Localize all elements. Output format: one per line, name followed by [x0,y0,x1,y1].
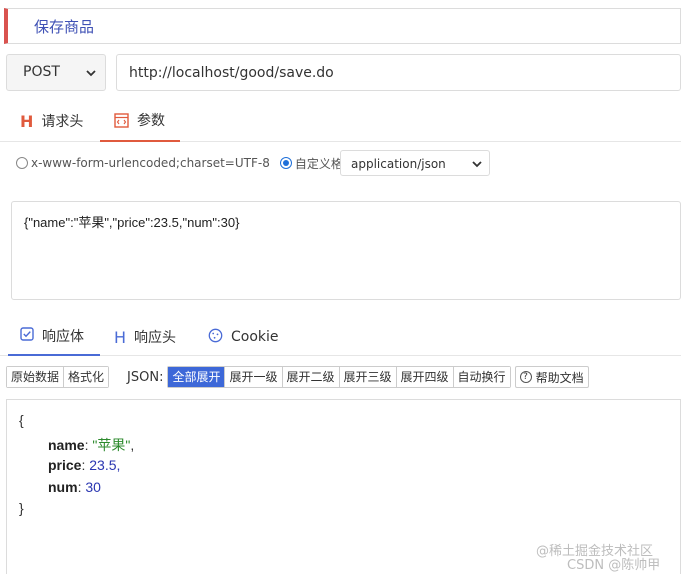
json-key: num [48,479,78,495]
code-file-icon [114,112,129,128]
expand-level-group: 全部展开 展开一级 展开二级 展开三级 展开四级 自动换行 [167,366,511,388]
body-format-options: x-www-form-urlencoded;charset=UTF-8 自定义格… [16,150,365,176]
json-comma: , [130,437,135,453]
response-tabs: 响应体 H 响应头 Cookie [0,318,681,356]
tab-label: 响应体 [42,329,84,345]
question-icon: ? [519,371,532,383]
expand-level-1-button[interactable]: 展开一级 [225,367,283,387]
tab-response-headers[interactable]: H 响应头 [114,318,176,356]
method-select[interactable]: POST [6,54,106,91]
json-field-row: num: 30 [48,479,101,495]
word-wrap-button[interactable]: 自动换行 [453,367,510,387]
json-key: price [48,457,82,473]
content-type-select[interactable]: application/json [340,150,490,176]
request-body-editor[interactable]: {"name":"苹果","price":23.5,"num":30} [11,201,681,300]
json-value: "苹果" [92,437,131,453]
tab-label: 参数 [137,113,165,129]
request-tabs: H 请求头 参数 [0,100,681,142]
tab-cookie[interactable]: Cookie [208,318,279,356]
tab-label: 响应头 [134,330,177,346]
view-mode-group: 原始数据 格式化 [6,366,110,388]
json-comma: , [116,457,121,473]
checkbox-icon [20,327,34,345]
header-h-icon: H [114,327,127,347]
help-label: 帮助文档 [535,370,584,385]
content-type-value: application/json [351,157,446,171]
expand-level-3-button[interactable]: 展开三级 [339,367,397,387]
format-button[interactable]: 格式化 [64,367,109,387]
tab-params[interactable]: 参数 [100,100,180,142]
request-name-field[interactable] [4,8,681,44]
custom-format-radio[interactable] [279,157,292,169]
tab-label: Cookie [231,329,279,345]
urlencoded-radio[interactable] [16,157,28,169]
json-key: name [48,437,85,453]
tab-response-body[interactable]: 响应体 [8,318,100,356]
request-body-text: {"name":"苹果","price":23.5,"num":30} [24,215,240,230]
json-value: 23.5 [89,457,117,473]
json-close-brace: } [19,500,24,516]
author-watermark: CSDN @陈帅甲 [567,558,661,573]
url-field[interactable] [116,54,681,91]
method-value: POST [23,64,60,80]
raw-data-button[interactable]: 原始数据 [7,367,65,387]
url-input[interactable] [117,55,680,90]
request-name-input[interactable] [8,9,680,43]
expand-level-4-button[interactable]: 展开四级 [396,367,454,387]
help-docs-button[interactable]: ? 帮助文档 [514,366,589,388]
expand-all-button[interactable]: 全部展开 [168,367,226,387]
json-field-row: price: 23.5, [48,457,121,473]
response-toolbar: 原始数据 格式化 JSON: 全部展开 展开一级 展开二级 展开三级 展开四级 … [6,366,589,388]
json-value: 30 [85,479,101,495]
expand-level-2-button[interactable]: 展开二级 [282,367,340,387]
urlencoded-label: x-www-form-urlencoded;charset=UTF-8 [31,156,270,170]
chevron-down-icon [85,63,97,86]
json-open-brace: { [19,412,24,428]
tab-label: 请求头 [41,114,84,130]
chevron-down-icon [471,155,483,176]
json-label: JSON: [127,369,164,385]
cookie-icon [208,328,223,347]
json-field-row: name: "苹果", [48,437,135,453]
header-h-icon: H [20,111,34,131]
tab-request-headers[interactable]: H 请求头 [20,100,83,142]
